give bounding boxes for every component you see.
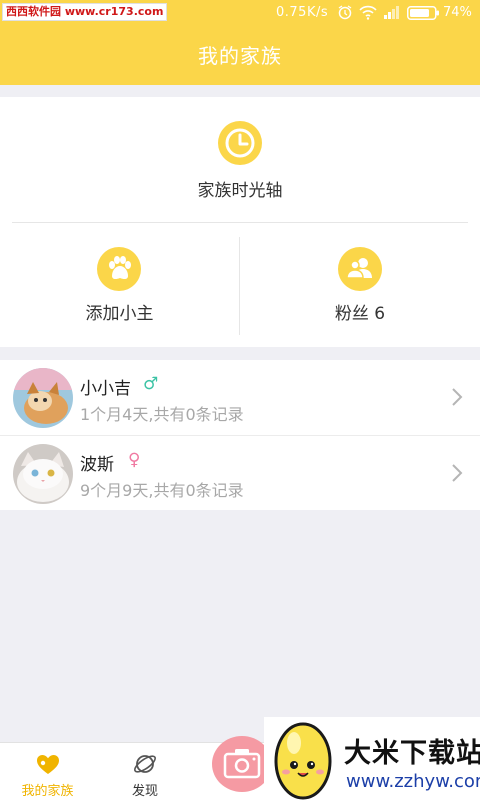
chevron-right-icon (452, 464, 463, 482)
chevron-right-icon (452, 388, 463, 406)
paw-icon (97, 247, 141, 291)
pet-list: 小小吉 ♂ 1个月4天,共有0条记录 波斯 ♀ 9个月9天,共有0条记录 (0, 360, 480, 510)
tab-my-family-label: 我的家族 (21, 784, 74, 799)
pet-avatar (13, 444, 73, 504)
family-actions-card: 家族时光轴 添加小主 粉丝 6 (0, 97, 480, 347)
female-icon: ♀ (128, 450, 141, 470)
add-owner-button[interactable]: 添加小主 (0, 223, 239, 347)
tab-my-family[interactable]: 我的家族 (0, 743, 95, 800)
site-watermark: 西西软件园 www.cr173.com (2, 3, 168, 21)
app-header: 西西软件园 www.cr173.com 0.75K/s 74% 我的家族 (0, 0, 480, 85)
signal-icon (384, 6, 399, 19)
page-title: 我的家族 (198, 44, 282, 68)
pet-name: 小小吉 (80, 379, 131, 399)
battery-percent: 74% (443, 5, 472, 20)
family-heart-icon (36, 755, 59, 774)
pet-summary: 9个月9天,共有0条记录 (80, 481, 244, 500)
battery-icon (407, 6, 439, 20)
camera-icon (223, 749, 261, 779)
pet-row[interactable]: 小小吉 ♂ 1个月4天,共有0条记录 (0, 360, 480, 435)
tab-discover-label: 发现 (131, 784, 158, 799)
status-bar: 西西软件园 www.cr173.com 0.75K/s 74% (0, 0, 480, 26)
timeline-button[interactable]: 家族时光轴 (0, 97, 480, 222)
clock-icon (218, 121, 262, 165)
camera-button[interactable] (212, 736, 272, 792)
pet-row[interactable]: 波斯 ♀ 9个月9天,共有0条记录 (0, 435, 480, 510)
pet-summary: 1个月4天,共有0条记录 (80, 405, 244, 424)
fans-button[interactable]: 粉丝 6 (240, 223, 480, 347)
alarm-icon (338, 5, 352, 20)
add-owner-label: 添加小主 (85, 304, 154, 324)
planet-icon (134, 755, 156, 773)
wifi-icon (359, 5, 377, 20)
site-watermark-bottom: 大米下载站 www.zzhyw.com (264, 717, 480, 800)
users-icon (338, 247, 382, 291)
mascot-logo (274, 722, 332, 800)
watermark-brand: 大米下载站 (344, 738, 480, 769)
pet-avatar (13, 368, 73, 428)
tab-discover[interactable]: 发现 (95, 743, 195, 800)
network-speed: 0.75K/s (276, 5, 329, 20)
pet-name: 波斯 (80, 455, 114, 475)
timeline-label: 家族时光轴 (197, 181, 283, 201)
watermark-url: www.zzhyw.com (346, 771, 480, 792)
male-icon: ♂ (143, 374, 159, 394)
fans-label: 粉丝 6 (334, 304, 386, 324)
